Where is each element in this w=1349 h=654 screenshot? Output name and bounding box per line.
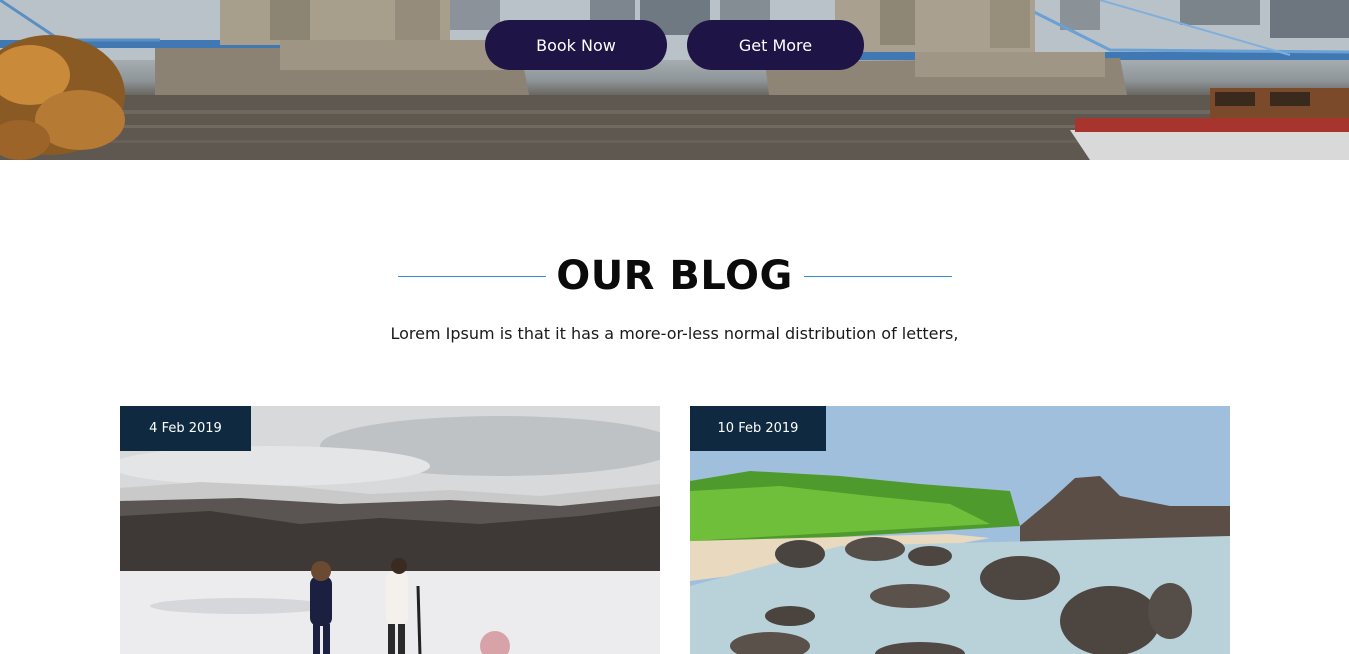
blog-card[interactable]: 10 Feb 2019 [690,406,1230,654]
hero-button-group: Book Now Get More [485,20,864,70]
blog-heading: OUR BLOG [0,248,1349,304]
blog-card[interactable]: 4 Feb 2019 [120,406,660,654]
post-date-badge: 10 Feb 2019 [690,406,826,451]
blog-subtitle: Lorem Ipsum is that it has a more-or-les… [390,324,959,343]
heading-divider-right [804,276,952,277]
post-date-badge: 4 Feb 2019 [120,406,251,451]
hero-banner: Book Now Get More [0,0,1349,160]
get-more-button[interactable]: Get More [687,20,864,70]
blog-title: OUR BLOG [556,253,793,299]
book-now-button[interactable]: Book Now [485,20,667,70]
